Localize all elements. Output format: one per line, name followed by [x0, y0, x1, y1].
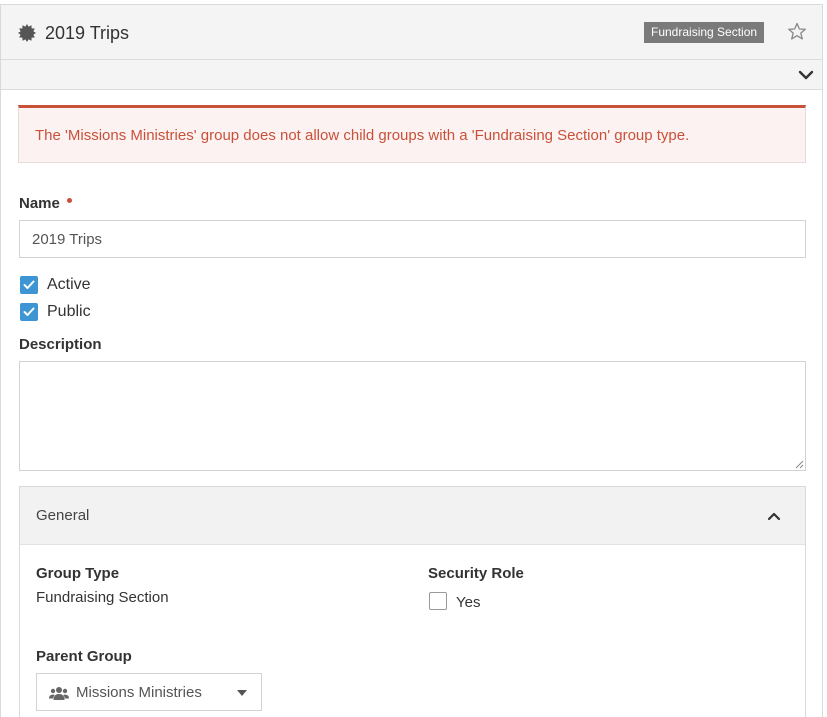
name-input[interactable]	[19, 220, 806, 258]
gear-icon	[18, 24, 36, 42]
group-type-value: Fundraising Section	[36, 589, 169, 606]
chevron-up-icon[interactable]	[767, 511, 781, 521]
chevron-down-icon[interactable]	[798, 69, 814, 81]
security-role-checkbox[interactable]	[429, 592, 447, 610]
panel-subheader	[1, 60, 822, 90]
users-icon	[49, 687, 69, 700]
caret-down-icon	[237, 690, 247, 696]
check-icon	[23, 307, 35, 316]
page-title: 2019 Trips	[45, 23, 130, 43]
active-label: Active	[47, 276, 91, 293]
group-type-badge: Fundraising Section	[644, 22, 765, 43]
name-label: Name	[19, 195, 60, 212]
group-type-label: Group Type	[36, 565, 120, 582]
required-indicator	[67, 198, 72, 203]
description-textarea[interactable]	[19, 361, 806, 471]
validation-alert: The 'Missions Ministries' group does not…	[18, 105, 806, 163]
group-detail-panel: 2019 Trips Fundraising Section The 'Miss…	[0, 4, 823, 717]
panel-body: The 'Missions Ministries' group does not…	[1, 91, 822, 717]
security-role-label: Security Role	[428, 565, 524, 582]
resize-grip-icon[interactable]	[794, 459, 804, 469]
public-label: Public	[47, 303, 91, 320]
panel-heading: 2019 Trips Fundraising Section	[1, 5, 822, 60]
public-checkbox[interactable]	[20, 303, 38, 321]
security-role-option-label: Yes	[456, 594, 481, 611]
parent-group-value: Missions Ministries	[76, 684, 202, 701]
active-checkbox[interactable]	[20, 276, 38, 294]
description-label: Description	[19, 336, 102, 353]
star-icon[interactable]	[787, 22, 807, 42]
check-icon	[23, 280, 35, 289]
general-section-title: General	[36, 507, 90, 524]
general-section-header[interactable]: General	[20, 487, 805, 545]
parent-group-picker[interactable]: Missions Ministries	[36, 673, 262, 711]
general-section: General Group Type Fundraising Section S…	[19, 486, 806, 717]
parent-group-label: Parent Group	[36, 648, 132, 665]
